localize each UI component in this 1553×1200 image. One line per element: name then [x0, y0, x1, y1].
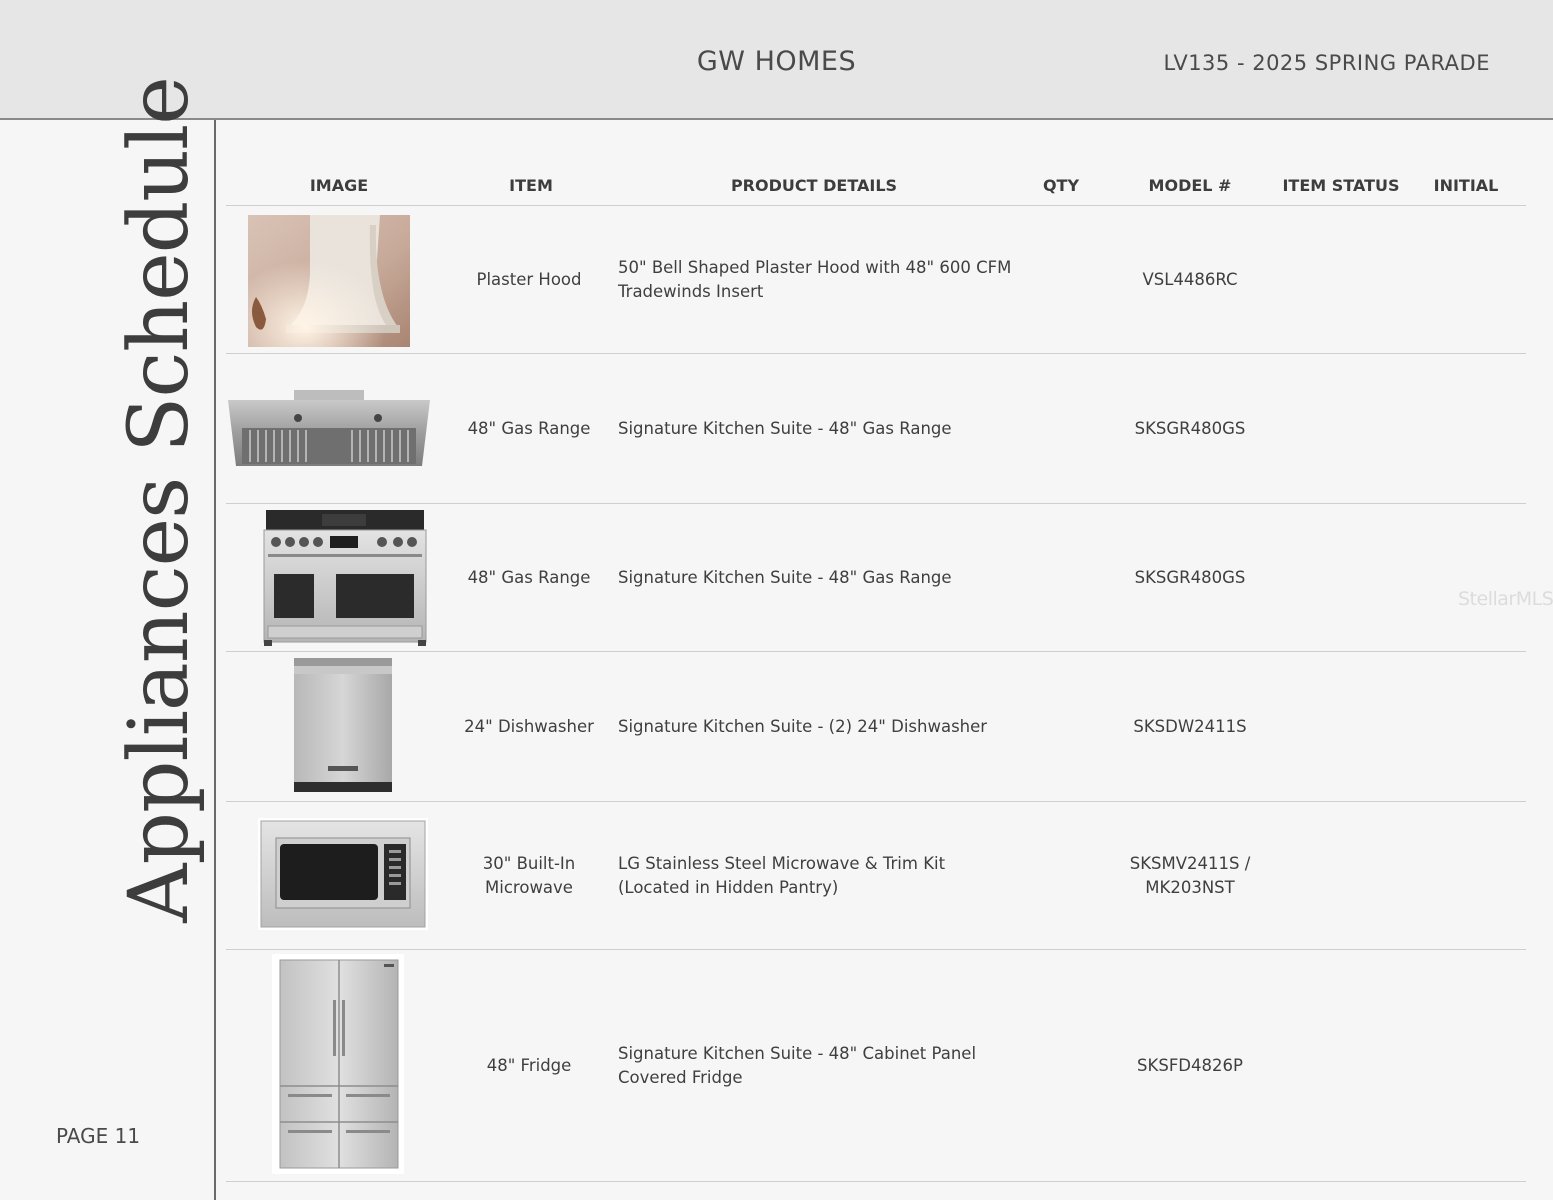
table-row: 48" Fridge Signature Kitchen Suite - 48"…	[226, 950, 1526, 1182]
plaster-hood-image	[248, 215, 410, 347]
table-row: 48" Gas Range Signature Kitchen Suite - …	[226, 504, 1526, 652]
hood-insert-image	[228, 390, 430, 474]
table-row: 48" Gas Range Signature Kitchen Suite - …	[226, 354, 1526, 504]
item-name: 30" Built-In Microwave	[482, 853, 576, 897]
product-details: Signature Kitchen Suite - 48" Gas Range	[618, 418, 952, 438]
column-header-model: MODEL #	[1148, 176, 1232, 195]
microwave-image	[258, 818, 428, 930]
dishwasher-image	[292, 658, 394, 792]
column-header-image: IMAGE	[309, 176, 369, 195]
page-title: Appliances Schedule	[112, 77, 207, 923]
header-band: GW HOMES LV135 - 2025 SPRING PARADE	[0, 0, 1553, 120]
item-name: 48" Gas Range	[467, 418, 591, 438]
page-number: PAGE 11	[56, 1124, 141, 1148]
item-name: 48" Gas Range	[467, 567, 591, 587]
column-header-item: ITEM	[509, 176, 553, 195]
model-number: SKSGR480GS	[1134, 418, 1246, 438]
item-name: Plaster Hood	[476, 269, 582, 289]
appliances-schedule-page: GW HOMES LV135 - 2025 SPRING PARADE Appl…	[0, 0, 1553, 1200]
product-details: Signature Kitchen Suite - 48" Gas Range	[618, 567, 952, 587]
item-name: 24" Dishwasher	[464, 716, 594, 736]
model-number: SKSMV2411S / MK203NST	[1129, 853, 1251, 897]
column-header-initial: INITIAL	[1433, 176, 1499, 195]
model-number: SKSFD4826P	[1137, 1055, 1243, 1075]
project-name: LV135 - 2025 SPRING PARADE	[1163, 51, 1490, 75]
gas-range-image	[262, 510, 428, 646]
model-number: SKSDW2411S	[1133, 716, 1247, 736]
sidebar-divider	[214, 120, 216, 1200]
model-number: VSL4486RC	[1142, 269, 1238, 289]
item-name: 48" Fridge	[486, 1055, 572, 1075]
column-header-qty: QTY	[1042, 176, 1080, 195]
model-number: SKSGR480GS	[1134, 567, 1246, 587]
product-details: Signature Kitchen Suite - 48" Cabinet Pa…	[618, 1043, 977, 1087]
table-header: IMAGE ITEM PRODUCT DETAILS QTY MODEL # I…	[226, 176, 1526, 206]
product-details: Signature Kitchen Suite - (2) 24" Dishwa…	[618, 716, 988, 736]
table-row: 24" Dishwasher Signature Kitchen Suite -…	[226, 652, 1526, 802]
watermark: StellarMLS	[1458, 588, 1553, 610]
product-details: LG Stainless Steel Microwave & Trim Kit …	[618, 853, 946, 897]
fridge-image	[272, 954, 404, 1174]
column-header-item-status: ITEM STATUS	[1282, 176, 1400, 195]
table-row: Plaster Hood 50" Bell Shaped Plaster Hoo…	[226, 206, 1526, 354]
product-details: 50" Bell Shaped Plaster Hood with 48" 60…	[618, 257, 1012, 301]
column-header-product-details: PRODUCT DETAILS	[730, 176, 898, 195]
table-row: 30" Built-In Microwave LG Stainless Stee…	[226, 802, 1526, 950]
